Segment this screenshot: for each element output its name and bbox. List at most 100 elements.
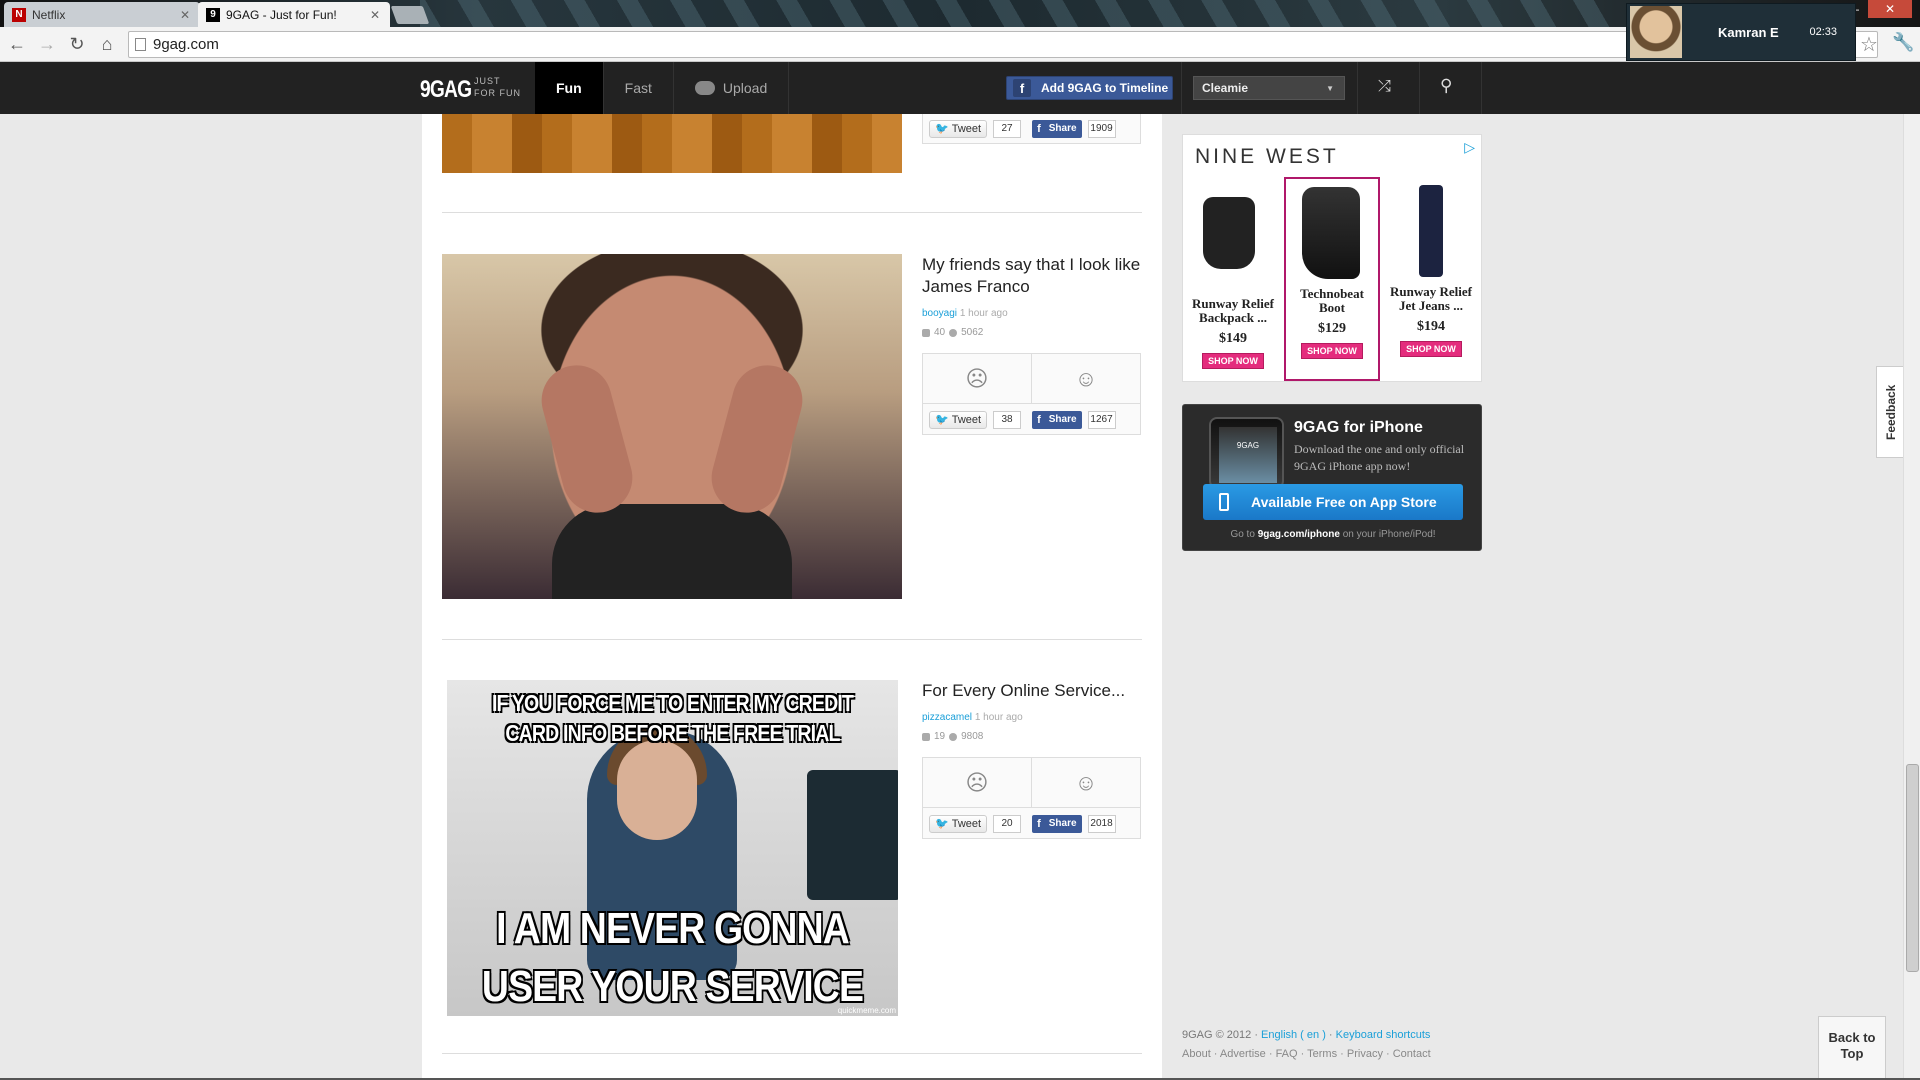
new-tab-button[interactable] <box>390 6 430 24</box>
share-bar: 🐦 Tweet 38 f Share 1267 <box>923 404 1140 435</box>
url-text: 9gag.com <box>153 36 219 53</box>
facebook-share-button[interactable]: f Share <box>1032 410 1082 429</box>
post-title[interactable]: My friends say that I look like James Fr… <box>922 254 1147 298</box>
facebook-icon: f <box>1037 413 1041 426</box>
twitter-bird-icon: 🐦 <box>935 818 949 830</box>
facebook-share-button[interactable]: f Share <box>1032 119 1082 138</box>
backpack-icon <box>1203 197 1255 269</box>
footer-link-about[interactable]: About <box>1182 1048 1211 1060</box>
divider <box>1419 62 1420 114</box>
logo-tagline-line: JUST <box>474 76 501 86</box>
share-label: Share <box>1048 818 1077 829</box>
scrollbar[interactable] <box>1903 114 1920 1080</box>
nine-west-ad[interactable]: NINE WEST ▷ Runway Relief Backpack ... $… <box>1182 134 1482 382</box>
close-window-icon[interactable]: ✕ <box>1868 0 1912 18</box>
feedback-tab[interactable]: Feedback <box>1876 366 1906 458</box>
ad-item[interactable]: Technobeat Boot $129 SHOP NOW <box>1284 177 1380 381</box>
footnote-text: Go to <box>1230 529 1255 540</box>
tweet-button[interactable]: 🐦 Tweet <box>929 410 988 429</box>
keyboard-shortcuts-link[interactable]: Keyboard shortcuts <box>1336 1029 1431 1041</box>
tweet-count: 38 <box>993 410 1022 429</box>
view-count: 9808 <box>961 731 984 742</box>
post-image[interactable] <box>442 254 902 599</box>
post-stats: 40 5062 <box>922 327 1147 338</box>
post-author[interactable]: pizzacamel <box>922 712 972 723</box>
back-arrow-icon[interactable]: ← <box>4 31 30 57</box>
facebook-share-button[interactable]: f Share <box>1032 814 1082 833</box>
language-link[interactable]: English ( en ) <box>1261 1029 1326 1041</box>
tweet-label: Tweet <box>951 122 982 135</box>
vote-box: ☹ ☺ 🐦 Tweet 38 f Share 1267 <box>922 353 1141 435</box>
app-store-label: Available Free on App Store <box>1251 494 1437 510</box>
post-image[interactable] <box>442 114 902 173</box>
ad-choices-icon[interactable]: ▷ <box>1464 139 1475 156</box>
scrollbar-thumb[interactable] <box>1906 764 1919 972</box>
tab-9gag[interactable]: 9 9GAG - Just for Fun! ✕ <box>198 2 390 27</box>
post-time: 1 hour ago <box>959 308 1008 319</box>
share-label: Share <box>1048 414 1077 425</box>
address-bar[interactable]: 9gag.com <box>128 31 1878 58</box>
user-name: Kamran E <box>1718 24 1779 40</box>
post-image[interactable]: IF YOU FORCE ME TO ENTER MY CREDIT CARD … <box>447 680 898 1016</box>
smile-face-icon[interactable]: ☺ <box>1032 354 1140 403</box>
ad-item-price: $194 <box>1417 319 1445 334</box>
bookmark-star-icon[interactable]: ☆ <box>1860 32 1878 57</box>
search-icon[interactable]: ⚲ <box>1440 76 1452 96</box>
footer-link-terms[interactable]: Terms <box>1307 1048 1337 1060</box>
footer-link-privacy[interactable]: Privacy <box>1347 1048 1383 1060</box>
image-figure <box>617 740 697 840</box>
shop-now-button[interactable]: SHOP NOW <box>1301 343 1363 359</box>
nav-fast[interactable]: Fast <box>604 62 674 114</box>
divider <box>1357 62 1358 114</box>
user-profile-widget[interactable]: Kamran E 02:33 <box>1626 3 1856 61</box>
shop-now-button[interactable]: SHOP NOW <box>1202 353 1264 369</box>
vote-row: ☹ ☺ <box>923 354 1140 404</box>
shop-now-button[interactable]: SHOP NOW <box>1400 341 1462 357</box>
iphone-link[interactable]: 9gag.com/iphone <box>1258 529 1340 540</box>
clock-time: 02:33 <box>1809 26 1837 38</box>
app-store-button[interactable]: Available Free on App Store <box>1203 484 1463 520</box>
boot-icon <box>1302 187 1360 279</box>
netflix-favicon-icon: N <box>12 7 26 22</box>
sad-face-icon[interactable]: ☹ <box>923 758 1032 807</box>
post-title[interactable]: For Every Online Service... <box>922 680 1147 702</box>
close-tab-icon[interactable]: ✕ <box>180 8 190 22</box>
footer-line: 9GAG © 2012 · English ( en ) · Keyboard … <box>1182 1029 1431 1041</box>
wrench-icon[interactable]: 🔧 <box>1892 32 1914 53</box>
tweet-button[interactable]: 🐦 Tweet <box>929 119 988 138</box>
tweet-button[interactable]: 🐦 Tweet <box>929 814 988 833</box>
post-meta: My friends say that I look like James Fr… <box>922 254 1147 338</box>
back-to-top-button[interactable]: Back to Top <box>1818 1016 1886 1080</box>
tweet-label: Tweet <box>951 817 982 830</box>
close-tab-icon[interactable]: ✕ <box>370 8 380 22</box>
footer-link-faq[interactable]: FAQ <box>1276 1048 1298 1060</box>
footer-link-contact[interactable]: Contact <box>1393 1048 1431 1060</box>
site-logo[interactable]: 9GAG <box>420 76 472 104</box>
tab-netflix[interactable]: N Netflix ✕ <box>4 2 200 27</box>
post-divider <box>442 212 1142 213</box>
image-figure <box>703 357 811 521</box>
forward-arrow-icon[interactable]: → <box>34 31 60 57</box>
ad-item[interactable]: Runway Relief Jet Jeans ... $194 SHOP NO… <box>1383 177 1479 381</box>
tweet-count: 20 <box>993 814 1022 833</box>
nav-upload[interactable]: Upload <box>674 62 790 114</box>
post-byline: pizzacamel 1 hour ago <box>922 712 1147 723</box>
avatar <box>1630 6 1682 58</box>
add-to-timeline-button[interactable]: f Add 9GAG to Timeline <box>1006 76 1173 100</box>
ad-item-name: Technobeat Boot <box>1300 286 1364 315</box>
reload-icon[interactable]: ↻ <box>64 31 90 57</box>
jeans-image <box>1401 185 1461 281</box>
account-dropdown[interactable]: Cleamie ▼ <box>1193 76 1345 100</box>
smile-face-icon[interactable]: ☺ <box>1032 758 1140 807</box>
shuffle-icon[interactable]: ⤮ <box>1378 78 1391 96</box>
ad-item-name: Runway Relief Jet Jeans ... <box>1390 284 1472 313</box>
sad-face-icon[interactable]: ☹ <box>923 354 1032 403</box>
ad-item[interactable]: Runway Relief Backpack ... $149 SHOP NOW <box>1185 177 1281 381</box>
footer-link-advertise[interactable]: Advertise <box>1220 1048 1266 1060</box>
nav-fun[interactable]: Fun <box>535 62 604 114</box>
home-icon[interactable]: ⌂ <box>94 31 120 57</box>
back-to-top-label: Back to <box>1828 1030 1876 1045</box>
meme-bottom-text: I AM NEVER GONNA USER YOUR SERVICE <box>481 904 864 1011</box>
post-author[interactable]: booyagi <box>922 308 957 319</box>
image-figure <box>552 504 792 599</box>
